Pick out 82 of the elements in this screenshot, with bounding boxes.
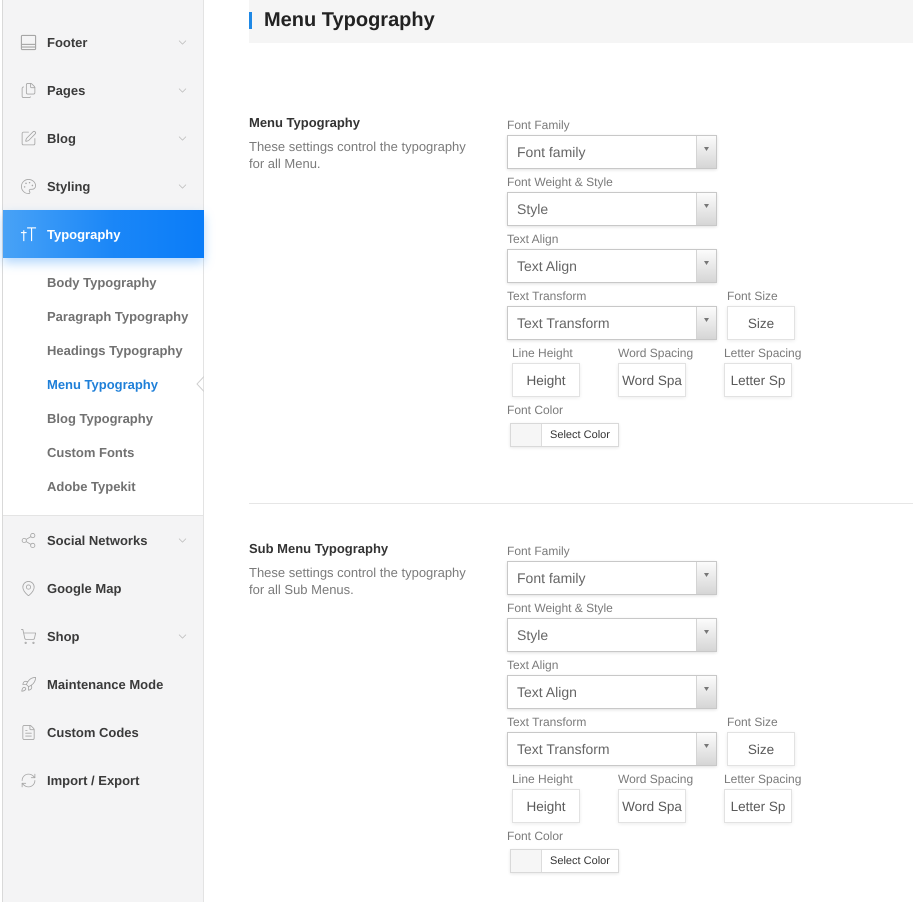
color-picker-button[interactable]: Select Color — [510, 849, 619, 873]
palette-icon — [20, 178, 37, 194]
input-field[interactable]: Size — [727, 306, 795, 340]
caret-icon — [704, 744, 709, 748]
field-label: Word Spacing — [618, 345, 694, 361]
documents-icon — [20, 82, 37, 98]
input-field[interactable]: Word Spa — [618, 363, 686, 397]
field-label: Word Spacing — [618, 771, 694, 787]
submenu-item[interactable]: Custom Fonts — [3, 435, 203, 469]
input-field[interactable]: Word Spa — [618, 789, 686, 823]
sidebar-item[interactable]: Pages — [3, 66, 203, 114]
select-field[interactable]: Font family — [507, 561, 717, 595]
field-label: Line Height — [512, 345, 573, 361]
caret-icon — [704, 687, 709, 691]
select-field[interactable]: Text Align — [507, 249, 717, 283]
rocket-icon — [20, 676, 37, 692]
select-field[interactable]: Font family — [507, 135, 717, 169]
input-field[interactable]: Letter Sp — [724, 363, 792, 397]
caret-icon — [704, 261, 709, 265]
sidebar-item[interactable]: Typography — [3, 210, 204, 258]
section-description: These settings control the typography for all Menu. — [249, 138, 467, 172]
map-pin-icon — [20, 580, 37, 596]
sidebar-item[interactable]: Blog — [3, 114, 203, 162]
field-label: Text Transform — [507, 288, 586, 304]
caret-icon — [704, 318, 709, 322]
sidebar-item[interactable]: Footer — [3, 18, 203, 66]
field-label: Font Size — [727, 714, 778, 730]
edit-icon — [20, 130, 37, 146]
field-label: Font Family — [507, 543, 570, 559]
sidebar-item[interactable]: Import / Export — [3, 756, 203, 804]
sidebar-item[interactable]: Google Map — [3, 564, 203, 612]
submenu-item[interactable]: Adobe Typekit — [3, 469, 203, 503]
field-label: Font Color — [507, 402, 564, 418]
section-title: Sub Menu Typography — [249, 542, 390, 556]
field-label: Text Transform — [507, 714, 586, 730]
sidebar-item[interactable]: Social Networks — [3, 516, 203, 564]
sidebar-item[interactable]: Maintenance Mode — [3, 660, 203, 708]
sidebar-item[interactable]: Custom Codes — [3, 708, 203, 756]
text-size-icon — [20, 226, 37, 242]
field-label: Text Align — [507, 657, 558, 673]
select-field[interactable]: Style — [507, 618, 717, 652]
select-field[interactable]: Text Transform — [507, 306, 717, 340]
color-picker-button[interactable]: Select Color — [510, 423, 619, 447]
field-label: Font Size — [727, 288, 778, 304]
select-field[interactable]: Style — [507, 192, 717, 226]
field-label: Font Family — [507, 117, 570, 133]
field-label: Text Align — [507, 231, 558, 247]
title-accent-bar — [249, 12, 252, 28]
page-title: Menu Typography — [264, 8, 435, 32]
sidebar-item[interactable]: Styling — [3, 162, 203, 210]
select-field[interactable]: Text Align — [507, 675, 717, 709]
color-swatch-icon — [511, 424, 542, 446]
select-field[interactable]: Text Transform — [507, 732, 717, 766]
submenu-item[interactable]: Paragraph Typography — [3, 299, 203, 333]
caret-icon — [704, 204, 709, 208]
section-title: Menu Typography — [249, 116, 361, 130]
field-label: Font Color — [507, 828, 564, 844]
color-swatch-icon — [511, 850, 542, 872]
field-label: Font Weight & Style — [507, 174, 613, 190]
input-field[interactable]: Height — [512, 789, 580, 823]
share-icon — [20, 532, 37, 548]
field-label: Letter Spacing — [724, 771, 802, 787]
sidebar-item[interactable]: Shop — [3, 612, 203, 660]
field-label: Line Height — [512, 771, 573, 787]
submenu-item[interactable]: Blog Typography — [3, 401, 203, 435]
submenu-item[interactable]: Headings Typography — [3, 333, 203, 367]
refresh-icon — [20, 772, 37, 788]
input-field[interactable]: Letter Sp — [724, 789, 792, 823]
field-label: Letter Spacing — [724, 345, 802, 361]
document-icon — [20, 724, 37, 740]
submenu-item[interactable]: Body Typography — [3, 265, 203, 299]
input-field[interactable]: Size — [727, 732, 795, 766]
section-description: These settings control the typography for all Sub Menus. — [249, 564, 467, 598]
field-label: Font Weight & Style — [507, 600, 613, 616]
pointer-icon — [196, 376, 204, 392]
input-field[interactable]: Height — [512, 363, 580, 397]
caret-icon — [704, 630, 709, 634]
cart-icon — [20, 628, 37, 644]
submenu-item[interactable]: Menu Typography — [3, 367, 203, 401]
caret-icon — [704, 573, 709, 577]
caret-icon — [704, 147, 709, 151]
panel-icon — [20, 34, 37, 50]
